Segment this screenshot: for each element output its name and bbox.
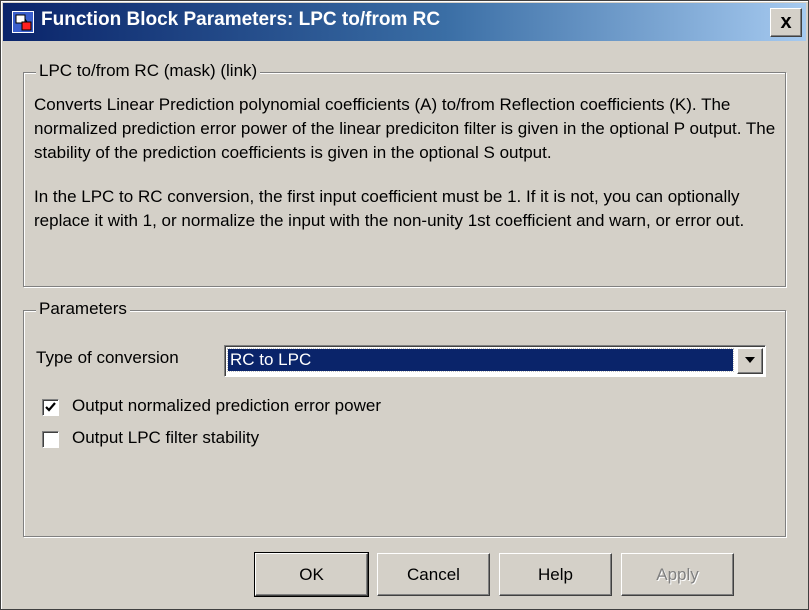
chevron-down-icon: [745, 357, 755, 363]
parameters-group: Parameters Type of conversion RC to LPC …: [23, 299, 786, 537]
help-button[interactable]: Help: [499, 553, 612, 596]
description-paragraph-2: In the LPC to RC conversion, the first i…: [34, 187, 745, 230]
conversion-type-value: RC to LPC: [227, 348, 734, 372]
output-filter-stability-checkbox[interactable]: [42, 431, 59, 448]
conversion-type-select[interactable]: RC to LPC: [224, 345, 766, 377]
checkmark-icon: [45, 402, 56, 412]
dropdown-button[interactable]: [737, 348, 763, 374]
description-group: LPC to/from RC (mask) (link) Converts Li…: [23, 61, 786, 287]
ok-button[interactable]: OK: [254, 552, 369, 597]
close-button[interactable]: x: [770, 8, 802, 37]
apply-button[interactable]: Apply: [621, 553, 734, 596]
description-text: Converts Linear Prediction polynomial co…: [34, 93, 782, 233]
conversion-type-row: Type of conversion RC to LPC: [36, 345, 776, 377]
window-title: Function Block Parameters: LPC to/from R…: [41, 9, 441, 30]
conversion-type-label: Type of conversion: [36, 348, 179, 367]
title-bar[interactable]: Function Block Parameters: LPC to/from R…: [3, 3, 806, 41]
output-filter-stability-label: Output LPC filter stability: [72, 428, 260, 447]
output-error-power-label: Output normalized prediction error power: [72, 396, 381, 415]
output-filter-stability-row[interactable]: Output LPC filter stability: [42, 428, 642, 451]
cancel-button[interactable]: Cancel: [377, 553, 490, 596]
simulink-block-icon: [12, 11, 34, 33]
parameters-legend: Parameters: [36, 299, 130, 319]
description-paragraph-1: Converts Linear Prediction polynomial co…: [34, 95, 776, 162]
output-error-power-row[interactable]: Output normalized prediction error power: [42, 396, 642, 419]
description-legend: LPC to/from RC (mask) (link): [36, 61, 261, 81]
dialog-window: Function Block Parameters: LPC to/from R…: [0, 0, 809, 610]
output-error-power-checkbox[interactable]: [42, 399, 59, 416]
